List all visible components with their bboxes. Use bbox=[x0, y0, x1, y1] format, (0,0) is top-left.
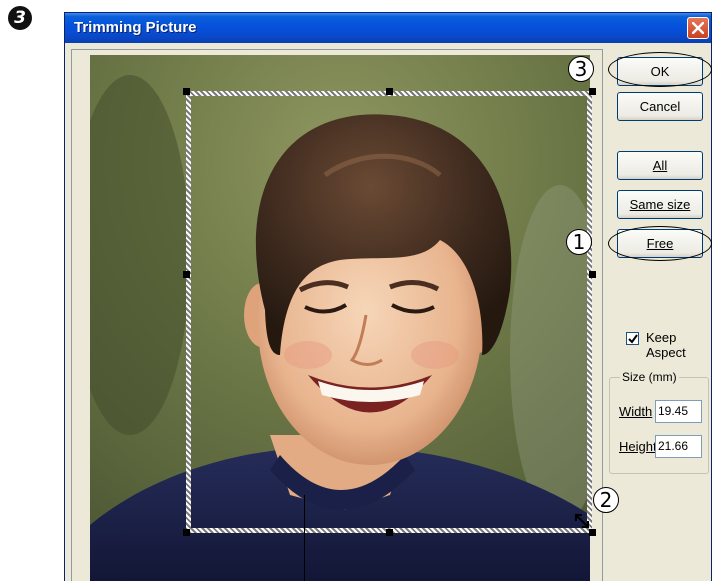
keep-aspect-checkbox[interactable] bbox=[626, 332, 639, 345]
dialog-title: Trimming Picture bbox=[74, 19, 197, 36]
callout-number-1: 1 bbox=[566, 229, 592, 255]
all-button[interactable]: All bbox=[617, 151, 703, 180]
crop-handle-bottom-right[interactable] bbox=[589, 529, 596, 536]
same-size-button[interactable]: Same size bbox=[617, 190, 703, 219]
size-group-legend: Size (mm) bbox=[620, 370, 679, 384]
cancel-button[interactable]: Cancel bbox=[617, 92, 703, 121]
free-callout-oval bbox=[608, 226, 712, 261]
callout-number-3: 3 bbox=[568, 56, 594, 82]
keep-aspect-label[interactable]: Keep Aspect bbox=[646, 330, 711, 360]
picture-preview-area bbox=[71, 49, 603, 581]
close-icon bbox=[692, 22, 704, 34]
checkmark-icon bbox=[628, 334, 638, 344]
crop-handle-middle-left[interactable] bbox=[183, 271, 190, 278]
crop-handle-middle-right[interactable] bbox=[589, 271, 596, 278]
crop-handle-bottom-middle[interactable] bbox=[386, 529, 393, 536]
width-label: Width bbox=[619, 404, 653, 419]
cancel-button-label: Cancel bbox=[639, 99, 681, 114]
step-number-marker: 3 bbox=[8, 6, 32, 30]
callout-number-2: 2 bbox=[593, 487, 619, 513]
size-group-box: Size (mm) Width 19.45 Height 21.66 bbox=[609, 370, 709, 474]
close-button[interactable] bbox=[687, 17, 709, 39]
crop-selection-frame[interactable] bbox=[186, 91, 592, 533]
crop-handle-top-middle[interactable] bbox=[386, 88, 393, 95]
all-button-label: All bbox=[652, 158, 668, 173]
crop-handle-bottom-left[interactable] bbox=[183, 529, 190, 536]
height-label: Height bbox=[619, 439, 657, 454]
same-size-button-label: Same size bbox=[629, 197, 691, 212]
callout-leader-line bbox=[304, 495, 305, 581]
crop-handle-top-right[interactable] bbox=[589, 88, 596, 95]
ok-callout-oval bbox=[608, 52, 712, 87]
crop-handle-top-left[interactable] bbox=[183, 88, 190, 95]
height-field[interactable]: 21.66 bbox=[655, 435, 702, 458]
title-bar[interactable]: Trimming Picture bbox=[65, 13, 711, 43]
resize-arrow-icon bbox=[574, 513, 590, 529]
width-field[interactable]: 19.45 bbox=[655, 400, 702, 423]
